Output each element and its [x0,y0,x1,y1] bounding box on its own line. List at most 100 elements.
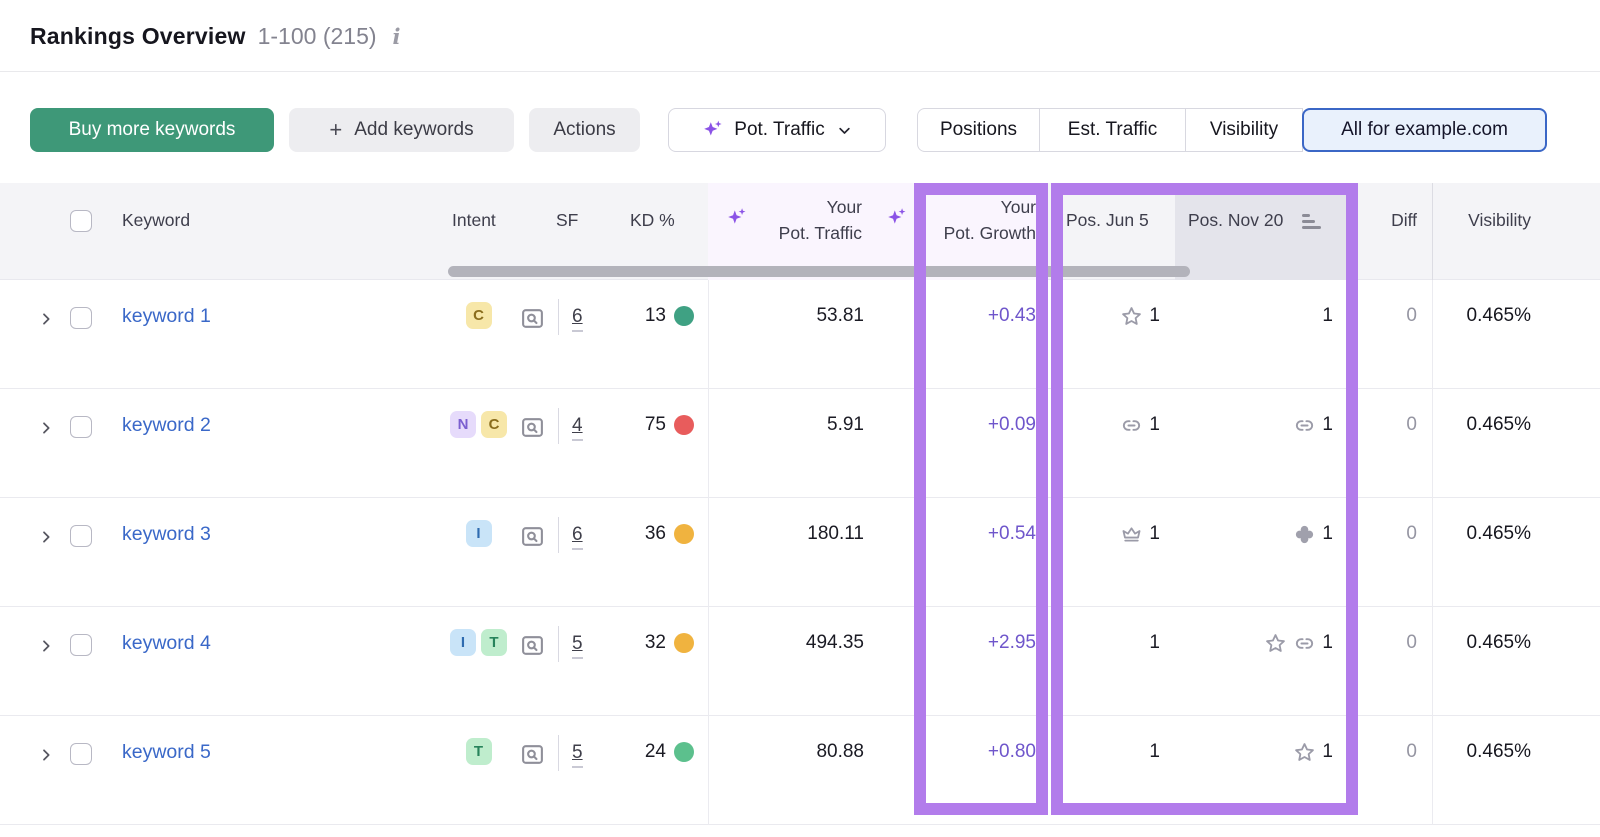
pot-growth-value: +0.80 [987,741,1036,762]
buy-more-keywords-button[interactable]: Buy more keywords [30,108,274,152]
column-header-keyword[interactable]: Keyword [122,208,190,232]
table-row: keyword 5 T 5 24 80.88 +0.80 1 1 0 0.465… [0,716,1600,825]
table-row: keyword 4 IT 5 32 494.35 +2.95 1 1 0 0.4… [0,607,1600,716]
link-icon [1296,419,1314,431]
intent-cell: I [437,498,520,547]
visibility-value: 0.465% [1466,741,1531,762]
serp-features-count[interactable]: 5 [572,742,583,768]
divider [558,408,559,444]
select-all-checkbox[interactable] [70,210,92,232]
column-header-pot-growth[interactable]: Your Pot. Growth [944,194,1036,246]
pos-nov20-cell: 1 [1175,280,1358,330]
page-title: Rankings Overview [30,22,246,49]
column-header-kd[interactable]: KD % [630,208,675,232]
serp-features-cell: 5 [520,716,612,771]
serp-features-icon[interactable] [520,415,545,440]
tab-positions[interactable]: Positions [917,108,1040,152]
column-separator [1432,183,1433,280]
sort-descending-icon[interactable] [1302,214,1322,230]
column-header-intent[interactable]: Intent [452,208,496,232]
intent-badge-n: N [450,411,476,438]
column-header-pos-nov20[interactable]: Pos. Nov 20 [1188,208,1283,232]
column-header-pot-traffic[interactable]: Your Pot. Traffic [779,194,862,246]
visibility-value: 0.465% [1466,414,1531,435]
sparkle-icon [728,208,746,224]
column-header-sf[interactable]: SF [556,208,578,232]
plus-icon: + [329,117,343,142]
star-icon [1266,633,1286,652]
diff-cell: 0 [1358,280,1432,330]
table-row: keyword 2 NC 4 75 5.91 +0.09 1 1 0 0.465… [0,389,1600,498]
serp-features-count[interactable]: 6 [572,524,583,550]
keyword-link[interactable]: keyword 2 [122,411,211,439]
keyword-link[interactable]: keyword 5 [122,738,211,766]
add-keywords-label: Add keywords [354,119,474,140]
serp-features-icon[interactable] [520,633,545,658]
keyword-cell: keyword 3 [0,498,437,548]
divider [558,735,559,771]
row-checkbox[interactable] [70,742,92,765]
actions-button[interactable]: Actions [529,108,640,152]
keyword-link[interactable]: keyword 3 [122,520,211,548]
sparkle-icon [704,120,722,136]
diff-cell: 0 [1358,716,1432,766]
kd-cell: 75 [612,389,708,439]
expand-row-icon[interactable] [38,529,54,545]
expand-row-icon[interactable] [38,638,54,654]
result-range: 1-100 (215) [257,22,377,49]
visibility-cell: 0.465% [1432,389,1600,439]
info-icon[interactable]: i [393,24,401,49]
tab-visibility[interactable]: Visibility [1185,108,1303,152]
column-header-visibility[interactable]: Visibility [1468,208,1531,232]
serp-features-icon[interactable] [520,306,545,331]
table-body: keyword 1 C 6 13 53.81 +0.43 1 1 0 0.465… [0,280,1600,825]
diff-cell: 0 [1358,607,1432,657]
pos-nov20-cell: 1 [1175,607,1358,657]
column-separator [1432,280,1433,825]
pot-growth-cell: +0.54 [916,498,1048,548]
serp-features-cell: 5 [520,607,612,662]
serp-features-icon[interactable] [520,742,545,767]
row-checkbox[interactable] [70,415,92,438]
divider [558,626,559,662]
intent-cell: T [437,716,520,765]
pos-jun5-value: 1 [1149,523,1160,544]
keyword-link[interactable]: keyword 4 [122,629,211,657]
serp-features-icon[interactable] [520,524,545,549]
metric-dropdown[interactable]: Pot. Traffic [668,108,886,152]
row-checkbox[interactable] [70,633,92,656]
pot-traffic-value: 494.35 [805,632,864,653]
serp-features-count[interactable]: 4 [572,415,583,441]
table-row: keyword 1 C 6 13 53.81 +0.43 1 1 0 0.465… [0,280,1600,389]
rankings-table: Keyword Intent SF KD % Your Pot. Traffic… [0,183,1600,825]
expand-row-icon[interactable] [38,311,54,327]
pot-traffic-cell: 80.88 [708,716,916,766]
intent-badge-t: T [481,629,507,656]
pos-jun5-value: 1 [1149,741,1160,762]
diff-cell: 0 [1358,498,1432,548]
column-header-diff[interactable]: Diff [1391,208,1417,232]
horizontal-scrollbar[interactable] [448,266,1190,277]
keyword-link[interactable]: keyword 1 [122,302,211,330]
kd-value: 36 [644,523,666,544]
row-checkbox[interactable] [70,524,92,547]
serp-features-count[interactable]: 5 [572,633,583,659]
pot-growth-value: +0.54 [987,523,1036,544]
add-keywords-button[interactable]: + Add keywords [289,108,514,152]
tab-all-for-domain[interactable]: All for example.com [1302,108,1547,152]
kd-cell: 36 [612,498,708,548]
expand-row-icon[interactable] [38,747,54,763]
row-checkbox[interactable] [70,306,92,329]
kd-value: 13 [644,305,666,326]
pos-jun5-cell: 1 [1048,389,1175,439]
intent-badge-i: I [450,629,476,656]
expand-row-icon[interactable] [38,420,54,436]
serp-features-cell: 4 [520,389,612,444]
tab-est-traffic[interactable]: Est. Traffic [1039,108,1186,152]
clover-icon [1296,525,1314,543]
view-switcher: Positions Est. Traffic Visibility All fo… [917,108,1547,152]
column-header-pos-jun5[interactable]: Pos. Jun 5 [1066,208,1149,232]
header-divider [0,71,1600,72]
intent-cell: C [437,280,520,329]
serp-features-count[interactable]: 6 [572,306,583,332]
